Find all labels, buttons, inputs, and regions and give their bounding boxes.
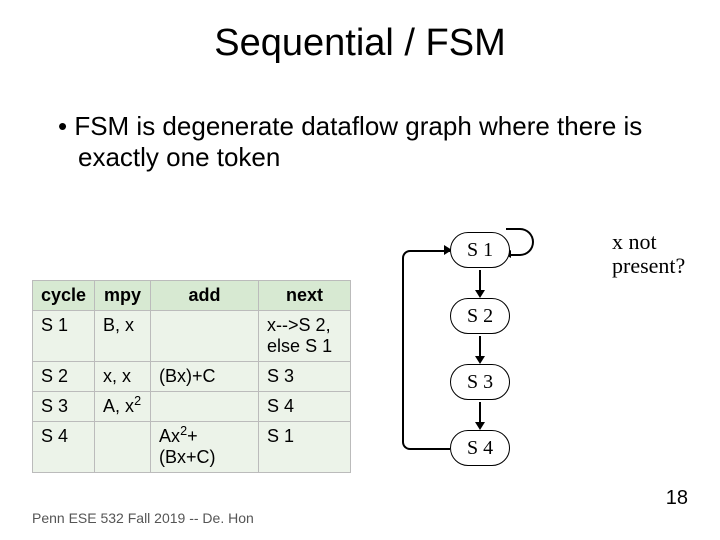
header-add: add: [151, 281, 259, 311]
state-node-s3: S 3: [450, 364, 510, 400]
header-mpy: mpy: [95, 281, 151, 311]
cell-add: [151, 392, 259, 422]
edge-s3-to-s4: [479, 402, 481, 428]
table-row: S 3 A, x2 S 4: [33, 392, 351, 422]
cell-mpy: A, x2: [95, 392, 151, 422]
cell-mpy: x, x: [95, 362, 151, 392]
cell-next: S 3: [259, 362, 351, 392]
page-number: 18: [666, 487, 688, 510]
slide-title: Sequential / FSM: [0, 0, 720, 65]
fsm-table: cycle mpy add next S 1 B, x x-->S 2, els…: [32, 280, 351, 473]
fsm-diagram: S 1 S 2 S 3 S 4: [406, 232, 556, 472]
cell-cycle: S 4: [33, 422, 95, 473]
state-node-s2: S 2: [450, 298, 510, 334]
table-row: S 4 Ax2+(Bx+C) S 1: [33, 422, 351, 473]
footer-text: Penn ESE 532 Fall 2019 -- De. Hon: [32, 510, 254, 526]
cell-next: S 1: [259, 422, 351, 473]
header-next: next: [259, 281, 351, 311]
state-node-s4: S 4: [450, 430, 510, 466]
self-loop-annotation: x not present?: [612, 230, 702, 278]
edge-s1-to-s2: [479, 270, 481, 296]
header-cycle: cycle: [33, 281, 95, 311]
cell-cycle: S 1: [33, 311, 95, 362]
table-row: S 2 x, x (Bx)+C S 3: [33, 362, 351, 392]
cell-next: S 4: [259, 392, 351, 422]
table-header-row: cycle mpy add next: [33, 281, 351, 311]
cell-cycle: S 3: [33, 392, 95, 422]
edge-s4-to-s1: [402, 250, 450, 450]
bullet-point: FSM is degenerate dataflow graph where t…: [20, 65, 720, 173]
cell-add: Ax2+(Bx+C): [151, 422, 259, 473]
cell-add: (Bx)+C: [151, 362, 259, 392]
cell-mpy: B, x: [95, 311, 151, 362]
edge-s2-to-s3: [479, 336, 481, 362]
cell-cycle: S 2: [33, 362, 95, 392]
state-node-s1: S 1: [450, 232, 510, 268]
cell-next: x-->S 2, else S 1: [259, 311, 351, 362]
cell-add: [151, 311, 259, 362]
table-row: S 1 B, x x-->S 2, else S 1: [33, 311, 351, 362]
cell-mpy: [95, 422, 151, 473]
